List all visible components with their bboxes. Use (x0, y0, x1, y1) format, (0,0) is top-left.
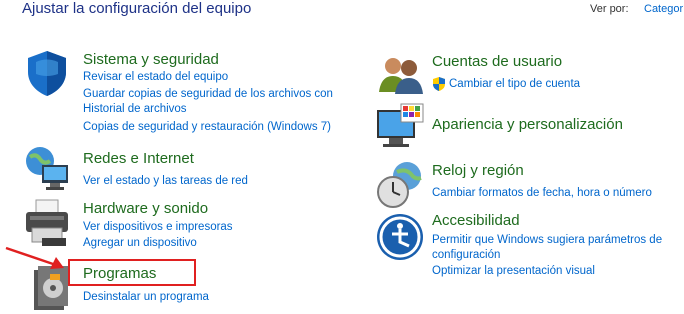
link-file-history-backup[interactable]: Guardar copias de seguridad de los archi… (83, 87, 333, 101)
link-windows-suggest-settings-cont[interactable]: configuración (432, 248, 500, 262)
clock-globe-icon[interactable] (375, 160, 425, 210)
highlight-box (68, 259, 196, 286)
link-check-status[interactable]: Revisar el estado del equipo (83, 70, 228, 84)
shield-icon[interactable] (22, 48, 72, 98)
clock-heading[interactable]: Reloj y región (432, 162, 524, 179)
link-add-device[interactable]: Agregar un dispositivo (83, 236, 197, 250)
accounts-heading[interactable]: Cuentas de usuario (432, 53, 562, 70)
printer-icon[interactable] (22, 198, 72, 248)
view-by-dropdown[interactable]: Categoría (644, 3, 684, 15)
link-optimize-visual[interactable]: Optimizar la presentación visual (432, 264, 595, 278)
accessibility-heading[interactable]: Accesibilidad (432, 212, 520, 229)
link-network-status[interactable]: Ver el estado y las tareas de red (83, 174, 248, 188)
system-security-heading[interactable]: Sistema y seguridad (83, 51, 219, 68)
red-arrow-annotation (5, 246, 64, 269)
link-backup-restore[interactable]: Copias de seguridad y restauración (Wind… (83, 120, 331, 134)
link-change-formats[interactable]: Cambiar formatos de fecha, hora o número (432, 186, 652, 200)
link-change-account-type[interactable]: Cambiar el tipo de cuenta (449, 77, 580, 91)
page-title: Ajustar la configuración del equipo (22, 0, 252, 17)
users-icon[interactable] (375, 50, 425, 100)
appearance-heading[interactable]: Apariencia y personalización (432, 116, 623, 133)
hardware-heading[interactable]: Hardware y sonido (83, 200, 208, 217)
uac-shield-icon (433, 77, 445, 91)
globe-network-icon[interactable] (22, 143, 72, 193)
monitor-palette-icon[interactable] (375, 102, 425, 152)
link-uninstall-program[interactable]: Desinstalar un programa (83, 290, 209, 304)
network-heading[interactable]: Redes e Internet (83, 150, 194, 167)
link-devices-printers[interactable]: Ver dispositivos e impresoras (83, 220, 233, 234)
accessibility-icon[interactable] (375, 212, 425, 262)
link-file-history-backup-cont[interactable]: Historial de archivos (83, 102, 187, 116)
view-by-label: Ver por: (590, 3, 629, 15)
link-windows-suggest-settings[interactable]: Permitir que Windows sugiera parámetros … (432, 233, 662, 247)
